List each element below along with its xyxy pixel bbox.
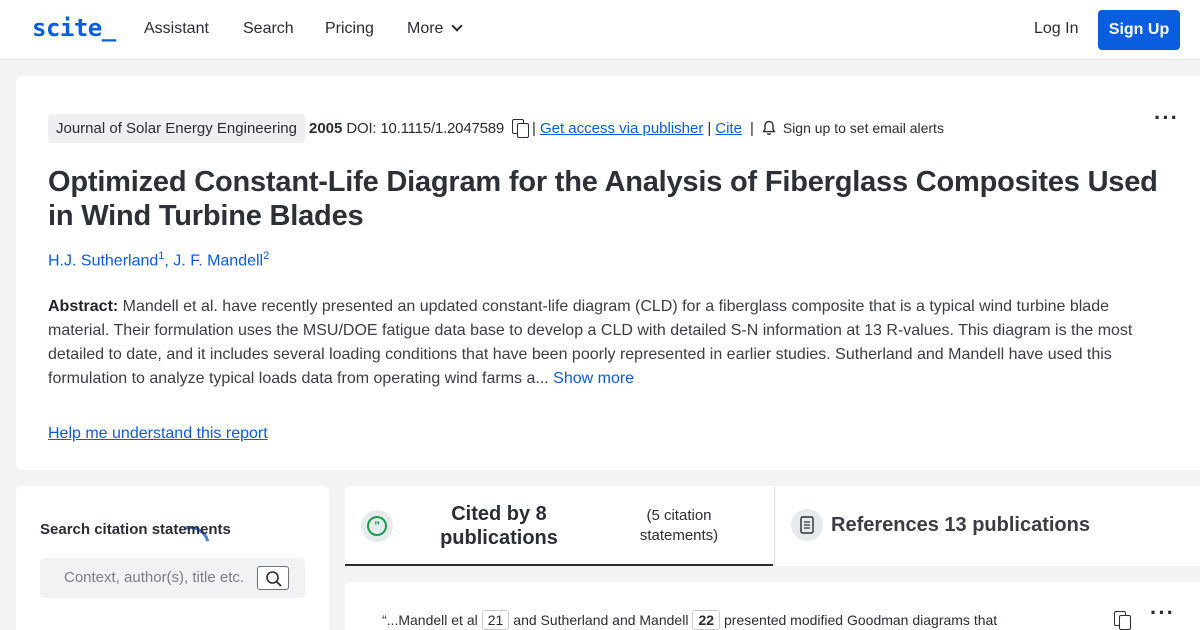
- email-alerts-link[interactable]: Sign up to set email alerts: [783, 120, 944, 136]
- nav-search[interactable]: Search: [243, 20, 294, 38]
- scite-logo[interactable]: scite_: [32, 14, 116, 42]
- references-label: References 13 publications: [831, 514, 1090, 536]
- citation-snippet: “...Mandell et al 21 and Sutherland and …: [382, 610, 997, 630]
- nav-pricing[interactable]: Pricing: [325, 20, 374, 38]
- search-citations-label: Search citation statements: [40, 521, 231, 538]
- author-affiliation: 1: [158, 250, 165, 262]
- search-placeholder: Context, author(s), title etc.: [64, 569, 245, 586]
- citation-tabs: ” Cited by 8 publications (5 citation st…: [345, 486, 1200, 566]
- access-publisher-link[interactable]: Get access via publisher: [540, 120, 703, 137]
- abstract-label: Abstract:: [48, 298, 119, 315]
- search-icon: [266, 571, 282, 587]
- nav-more[interactable]: More: [407, 20, 464, 38]
- separator: |: [707, 119, 712, 137]
- separator: |: [749, 119, 754, 137]
- journal-badge[interactable]: Journal of Solar Energy Engineering: [48, 113, 305, 143]
- snippet-text: “...Mandell et al: [382, 612, 478, 628]
- separator: |: [532, 119, 536, 137]
- paper-meta: Journal of Solar Energy Engineering 2005…: [48, 113, 944, 143]
- search-citations-input[interactable]: Context, author(s), title etc.: [40, 558, 305, 598]
- more-options-icon[interactable]: ···: [1150, 600, 1175, 626]
- top-nav: scite_ Assistant Search Pricing More Log…: [0, 0, 1200, 60]
- copy-icon[interactable]: [1114, 611, 1131, 630]
- cited-by-label: Cited by 8 publications: [440, 503, 558, 549]
- signup-button[interactable]: Sign Up: [1098, 10, 1180, 50]
- abstract: Abstract: Mandell et al. have recently p…: [48, 295, 1138, 391]
- author-link[interactable]: J. F. Mandell: [173, 252, 263, 269]
- show-more-link[interactable]: Show more: [553, 370, 634, 387]
- author-affiliation: 2: [263, 250, 270, 262]
- publication-year: 2005: [308, 119, 343, 137]
- login-link[interactable]: Log In: [1034, 20, 1078, 38]
- more-options-icon[interactable]: ···: [1154, 105, 1179, 131]
- author-list: H.J. Sutherland1, J. F. Mandell2: [48, 250, 270, 270]
- doi-text: DOI: 10.1115/1.2047589: [346, 119, 505, 137]
- snippet-text: presented modified Goodman diagrams that: [724, 612, 998, 628]
- snippet-text: and Sutherland and Mandell: [513, 612, 689, 628]
- paper-title: Optimized Constant-Life Diagram for the …: [48, 166, 1158, 232]
- tab-references[interactable]: References 13 publications: [774, 486, 1200, 566]
- search-button[interactable]: [257, 566, 289, 590]
- copy-icon[interactable]: [512, 119, 530, 138]
- citation-statements-count: (5 citation statements): [639, 507, 719, 544]
- reference-number[interactable]: 21: [481, 610, 510, 630]
- help-understand-link[interactable]: Help me understand this report: [48, 425, 268, 443]
- reference-number[interactable]: 22: [692, 610, 721, 630]
- nav-more-label: More: [407, 20, 444, 37]
- cite-link[interactable]: Cite: [715, 120, 742, 137]
- tab-cited-by[interactable]: ” Cited by 8 publications (5 citation st…: [345, 486, 773, 566]
- chevron-down-icon: [451, 20, 464, 32]
- quote-icon: ”: [361, 510, 393, 542]
- nav-assistant[interactable]: Assistant: [144, 20, 209, 38]
- author-link[interactable]: H.J. Sutherland: [48, 252, 158, 269]
- bell-icon[interactable]: [762, 120, 776, 136]
- document-icon: [791, 509, 823, 541]
